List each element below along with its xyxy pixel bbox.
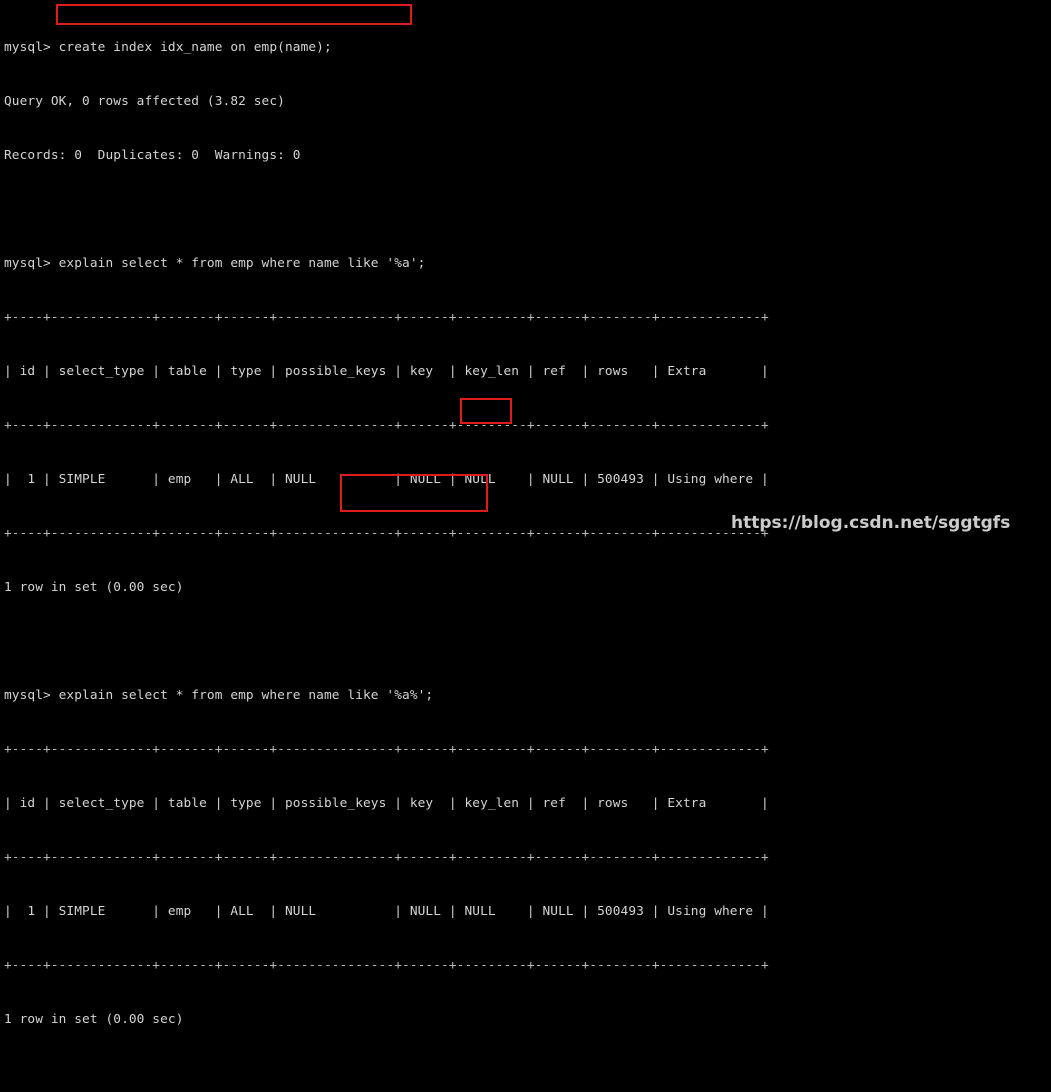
watermark-text: https://blog.csdn.net/sggtgfs <box>731 513 1011 533</box>
terminal-table-rule: +----+-------------+-------+------+-----… <box>4 958 769 973</box>
terminal-table-rule: +----+-------------+-------+------+-----… <box>4 850 769 865</box>
terminal-table-row: | 1 | SIMPLE | emp | ALL | NULL | NULL |… <box>4 472 769 487</box>
terminal-table-rule: +----+-------------+-------+------+-----… <box>4 742 769 757</box>
terminal-table-header: | id | select_type | table | type | poss… <box>4 796 769 811</box>
terminal-line: mysql> explain select * from emp where n… <box>4 256 426 271</box>
terminal-line: Records: 0 Duplicates: 0 Warnings: 0 <box>4 148 301 163</box>
terminal-line: mysql> create index idx_name on emp(name… <box>4 40 332 55</box>
terminal-window[interactable]: mysql> create index idx_name on emp(name… <box>0 0 1051 1027</box>
terminal-output: mysql> create index idx_name on emp(name… <box>4 3 800 1092</box>
terminal-table-rule: +----+-------------+-------+------+-----… <box>4 526 769 541</box>
terminal-table-rule: +----+-------------+-------+------+-----… <box>4 418 769 433</box>
terminal-table-header: | id | select_type | table | type | poss… <box>4 364 769 379</box>
terminal-table-row: | 1 | SIMPLE | emp | ALL | NULL | NULL |… <box>4 904 769 919</box>
terminal-table-rule: +----+-------------+-------+------+-----… <box>4 310 769 325</box>
terminal-line: 1 row in set (0.00 sec) <box>4 1012 184 1027</box>
terminal-line: 1 row in set (0.00 sec) <box>4 580 184 595</box>
terminal-line: mysql> explain select * from emp where n… <box>4 688 434 703</box>
terminal-line: Query OK, 0 rows affected (3.82 sec) <box>4 94 285 109</box>
